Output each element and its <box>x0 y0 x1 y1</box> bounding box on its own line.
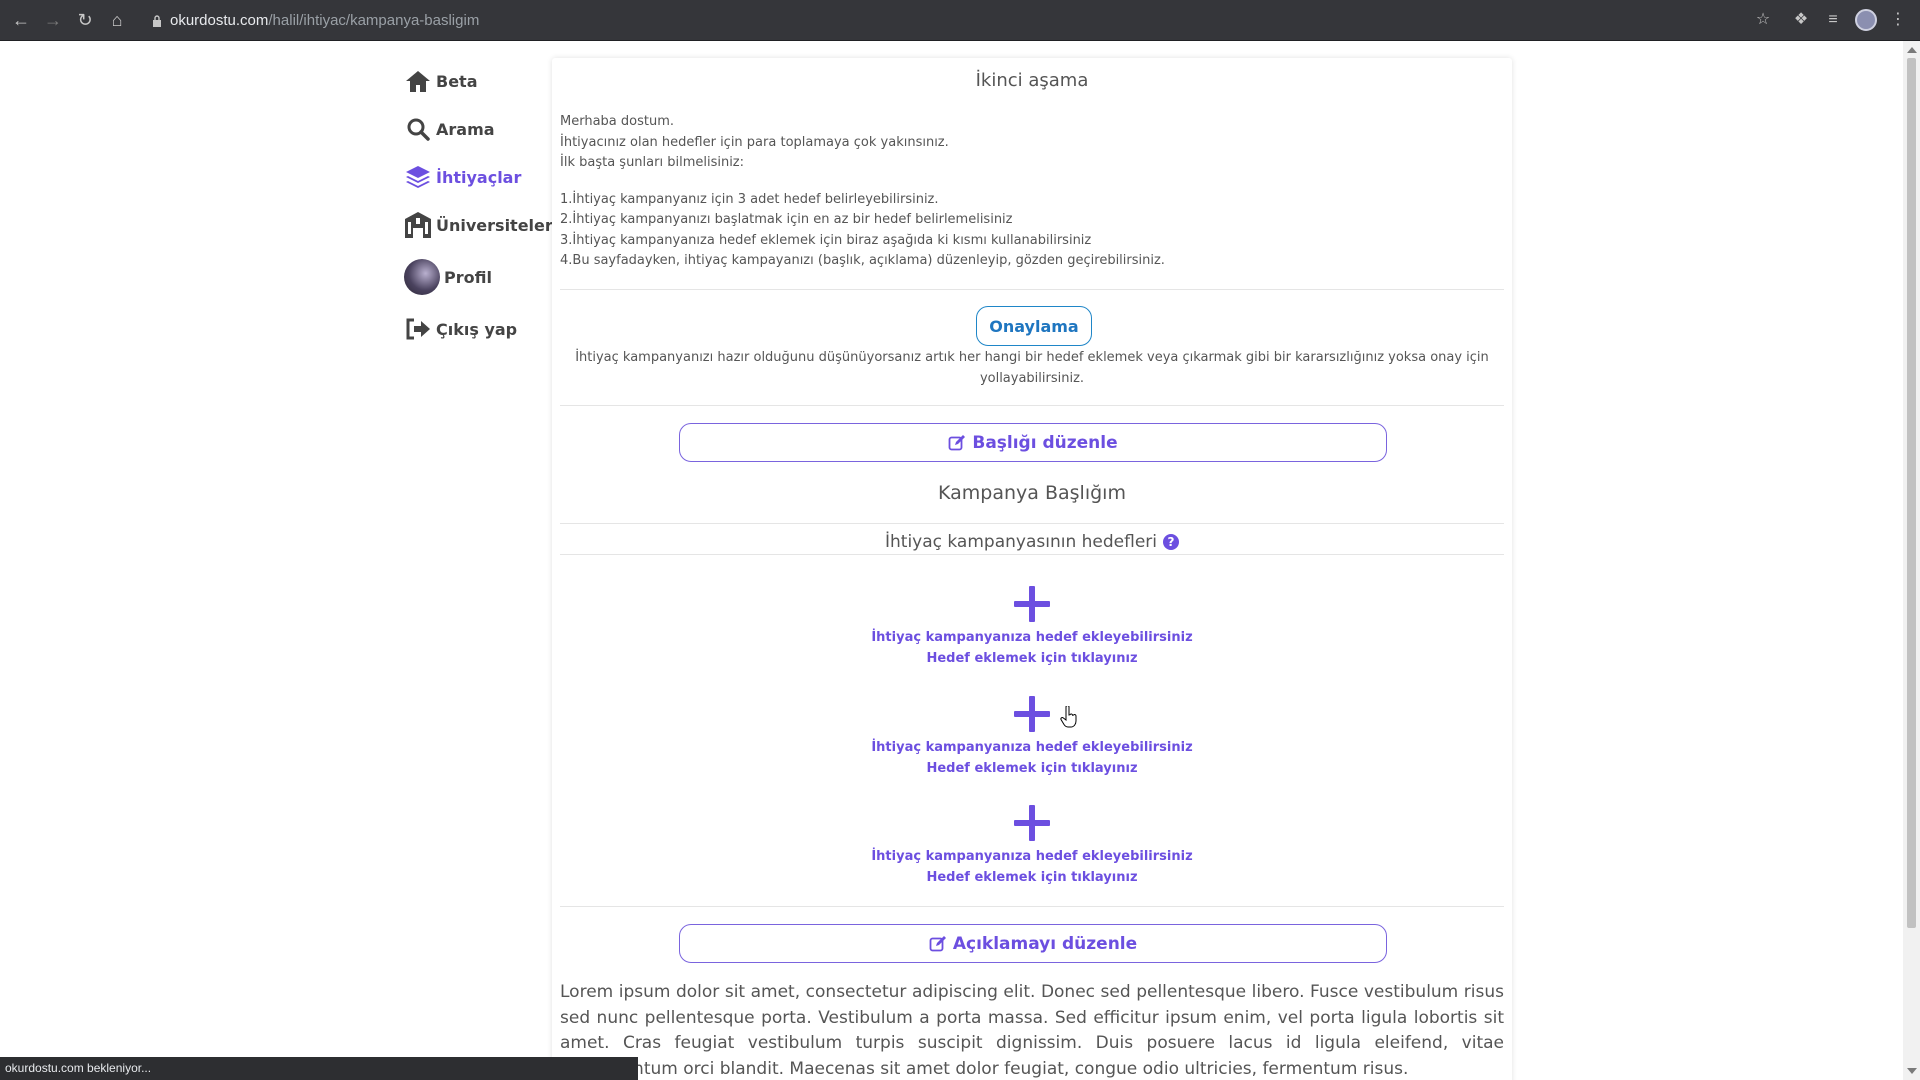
add-target-button[interactable]: İhtiyaç kampanyanıza hedef ekleyebilirsi… <box>860 805 1204 888</box>
forward-icon[interactable]: → <box>42 9 64 31</box>
status-bar: okurdostu.com bekleniyor... <box>0 1057 638 1080</box>
search-icon <box>404 115 432 143</box>
stage-title: İkinci aşama <box>975 70 1089 91</box>
university-icon <box>404 211 432 239</box>
campaign-card: İkinci aşama Merhaba dostum. İhtiyacınız… <box>552 58 1512 1080</box>
divider <box>560 289 1504 290</box>
add-target-button[interactable]: İhtiyaç kampanyanıza hedef ekleyebilirsi… <box>860 696 1204 779</box>
add-target-text: İhtiyaç kampanyanıza hedef ekleyebilirsi… <box>871 630 1193 645</box>
url-host: okurdostu.com <box>170 12 269 29</box>
intro-line: İlk başta şunları bilmelisiniz: <box>560 155 745 170</box>
media-control-icon[interactable]: ≡ <box>1822 9 1844 31</box>
plus-icon <box>1014 696 1050 732</box>
edit-title-label: Başlığı düzenle <box>972 432 1118 453</box>
edit-description-button[interactable]: Açıklamayı düzenle <box>679 924 1387 963</box>
back-icon[interactable]: ← <box>10 9 32 31</box>
profile-avatar-button[interactable] <box>1855 9 1877 31</box>
sidebar-item-ihtiyaclar[interactable]: İhtiyaçlar <box>404 162 554 192</box>
add-target-button[interactable]: İhtiyaç kampanyanıza hedef ekleyebilirsi… <box>860 586 1204 669</box>
intro-line: İhtiyacınız olan hedefler için para topl… <box>560 134 949 150</box>
scrollbar-thumb[interactable] <box>1907 58 1916 928</box>
home-icon <box>404 67 432 95</box>
rule-item: 2.İhtiyaç kampanyanızı başlatmak için en… <box>560 212 1013 227</box>
add-target-hint: Hedef eklemek için tıklayınız <box>926 760 1138 776</box>
lock-icon <box>153 15 161 27</box>
extensions-icon[interactable]: ❖ <box>1790 9 1812 31</box>
bookmark-star-icon[interactable]: ☆ <box>1752 9 1774 31</box>
page-scrollbar[interactable] <box>1903 41 1920 1080</box>
plus-icon <box>1014 805 1050 841</box>
intro-line: Merhaba dostum. <box>560 114 674 129</box>
sidebar-item-label: Üniversiteler <box>436 215 553 235</box>
divider <box>560 554 1504 555</box>
sidebar-item-label: Arama <box>436 119 495 139</box>
sidebar-item-cikis[interactable]: Çıkış yap <box>404 314 554 344</box>
targets-title: İhtiyaç kampanyasının hedefleri <box>884 532 1157 552</box>
confirm-description: İhtiyaç kampanyanızı hazır olduğunu düşü… <box>575 350 1489 386</box>
campaign-description: Lorem ipsum dolor sit amet, consectetur … <box>560 982 1504 1079</box>
sidebar-item-universiteler[interactable]: Üniversiteler <box>404 210 554 240</box>
address-bar[interactable]: okurdostu.com/halil/ihtiyac/kampanya-bas… <box>140 6 1760 35</box>
divider <box>560 523 1504 524</box>
add-target-hint: Hedef eklemek için tıklayınız <box>926 869 1138 885</box>
sidebar-item-beta[interactable]: Beta <box>404 66 554 96</box>
add-target-text: İhtiyaç kampanyanıza hedef ekleyebilirsi… <box>871 740 1193 755</box>
add-target-text: İhtiyaç kampanyanıza hedef ekleyebilirsi… <box>871 849 1193 864</box>
home-icon[interactable]: ⌂ <box>106 9 128 31</box>
scroll-up-icon[interactable] <box>1907 47 1917 53</box>
edit-icon <box>948 434 966 450</box>
edit-description-label: Açıklamayı düzenle <box>952 933 1138 954</box>
divider <box>560 405 1504 406</box>
avatar <box>404 259 440 295</box>
divider <box>560 906 1504 907</box>
rule-item: 4.Bu sayfadayken, ihtiyaç kampayanızı (b… <box>560 253 1165 268</box>
add-target-hint: Hedef eklemek için tıklayınız <box>926 650 1138 666</box>
sidebar-item-label: Çıkış yap <box>436 319 518 339</box>
layers-icon <box>404 163 432 191</box>
edit-title-button[interactable]: Başlığı düzenle <box>679 423 1387 462</box>
reload-icon[interactable]: ↻ <box>74 9 96 31</box>
sidebar-item-label: Beta <box>436 71 478 91</box>
url-path: /halil/ihtiyac/kampanya-basligim <box>268 12 480 29</box>
help-icon[interactable]: ? <box>1163 534 1179 550</box>
confirm-button[interactable]: Onaylama <box>976 306 1092 346</box>
sidebar-nav: Beta Arama İhtiyaçlar Üniversiteler Prof… <box>404 66 554 362</box>
sidebar-item-label: Profil <box>444 267 492 287</box>
rule-item: 3.İhtiyaç kampanyanıza hedef eklemek içi… <box>560 232 1092 248</box>
browser-toolbar: ← → ↻ ⌂ okurdostu.com/halil/ihtiyac/kamp… <box>0 0 1920 41</box>
intro-text: Merhaba dostum. İhtiyacınız olan hedefle… <box>560 112 1504 272</box>
sidebar-item-profil[interactable]: Profil <box>404 258 554 296</box>
sidebar-item-label: İhtiyaçlar <box>436 167 522 187</box>
edit-icon <box>929 935 946 951</box>
sidebar-item-arama[interactable]: Arama <box>404 114 554 144</box>
menu-kebab-icon[interactable]: ⋮ <box>1887 9 1909 31</box>
rule-item: 1.İhtiyaç kampanyanız için 3 adet hedef … <box>560 191 939 207</box>
targets-heading: İhtiyaç kampanyasının hedefleri ? <box>560 532 1504 552</box>
sign-out-icon <box>404 315 432 343</box>
hand-cursor-icon <box>1060 706 1077 728</box>
campaign-title: Kampanya Başlığım <box>938 482 1126 504</box>
plus-icon <box>1014 586 1050 622</box>
scroll-down-icon[interactable] <box>1907 1068 1917 1074</box>
